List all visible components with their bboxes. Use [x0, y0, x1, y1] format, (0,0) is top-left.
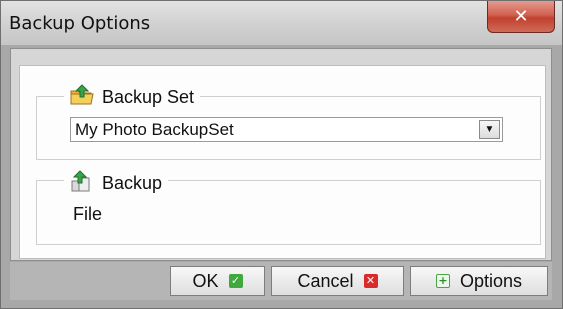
cancel-button-label: Cancel: [297, 270, 354, 291]
backup-set-selected-value: My Photo BackupSet: [75, 120, 234, 139]
folder-up-arrow-icon: [70, 84, 94, 111]
dropdown-button[interactable]: ▼: [479, 120, 500, 139]
dropdown-arrow-icon: ▼: [484, 124, 495, 135]
backup-legend: Backup: [64, 170, 169, 197]
close-icon: ✕: [513, 6, 529, 27]
green-check-icon: ✓: [228, 274, 243, 288]
backup-label: Backup: [102, 173, 163, 193]
backup-type-value: File: [73, 204, 103, 224]
backup-set-dropdown[interactable]: My Photo BackupSet ▼: [70, 117, 503, 142]
title-bar[interactable]: Backup Options ✕: [1, 1, 562, 45]
options-button-label: Options: [459, 270, 523, 291]
ok-button[interactable]: OK ✓: [170, 266, 265, 296]
close-button[interactable]: ✕: [487, 1, 555, 33]
cancel-button[interactable]: Cancel ✕: [271, 266, 404, 296]
backup-set-legend: Backup Set: [64, 84, 201, 111]
ok-button-label: OK: [192, 270, 219, 291]
window-title: Backup Options: [9, 13, 151, 34]
backup-files-icon: [70, 170, 94, 197]
plus-icon: +: [435, 274, 450, 288]
red-x-icon: ✕: [363, 274, 378, 288]
backup-set-label: Backup Set: [102, 87, 195, 107]
options-button[interactable]: + Options: [410, 266, 548, 296]
